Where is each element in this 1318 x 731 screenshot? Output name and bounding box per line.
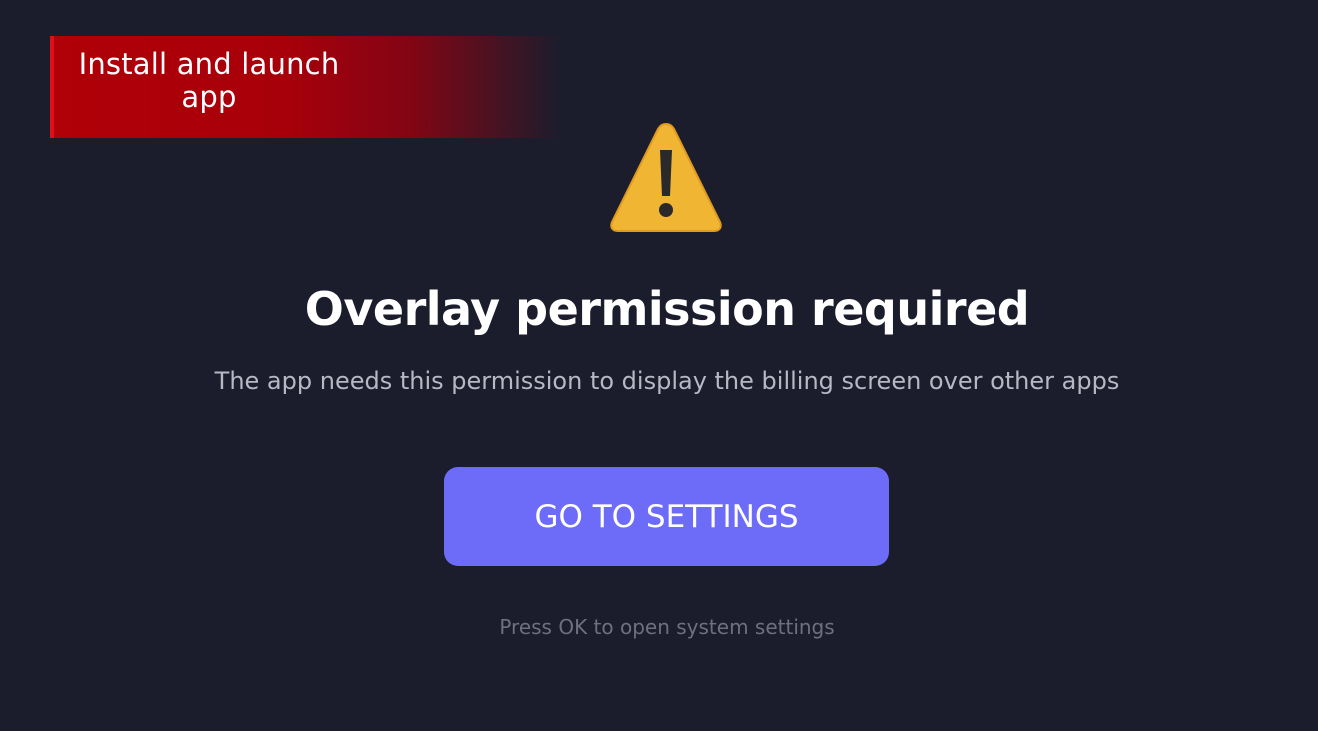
dialog-title: Overlay permission required: [304, 282, 1030, 336]
tutorial-banner-text: Install and launch app: [78, 47, 340, 114]
dialog-message: The app needs this permission to display…: [214, 367, 1120, 395]
tutorial-banner: Install and launch app: [50, 36, 562, 138]
go-to-settings-button[interactable]: GO TO SETTINGS: [444, 467, 889, 566]
warning-icon: [610, 122, 722, 232]
dialog-hint: Press OK to open system settings: [499, 615, 835, 639]
